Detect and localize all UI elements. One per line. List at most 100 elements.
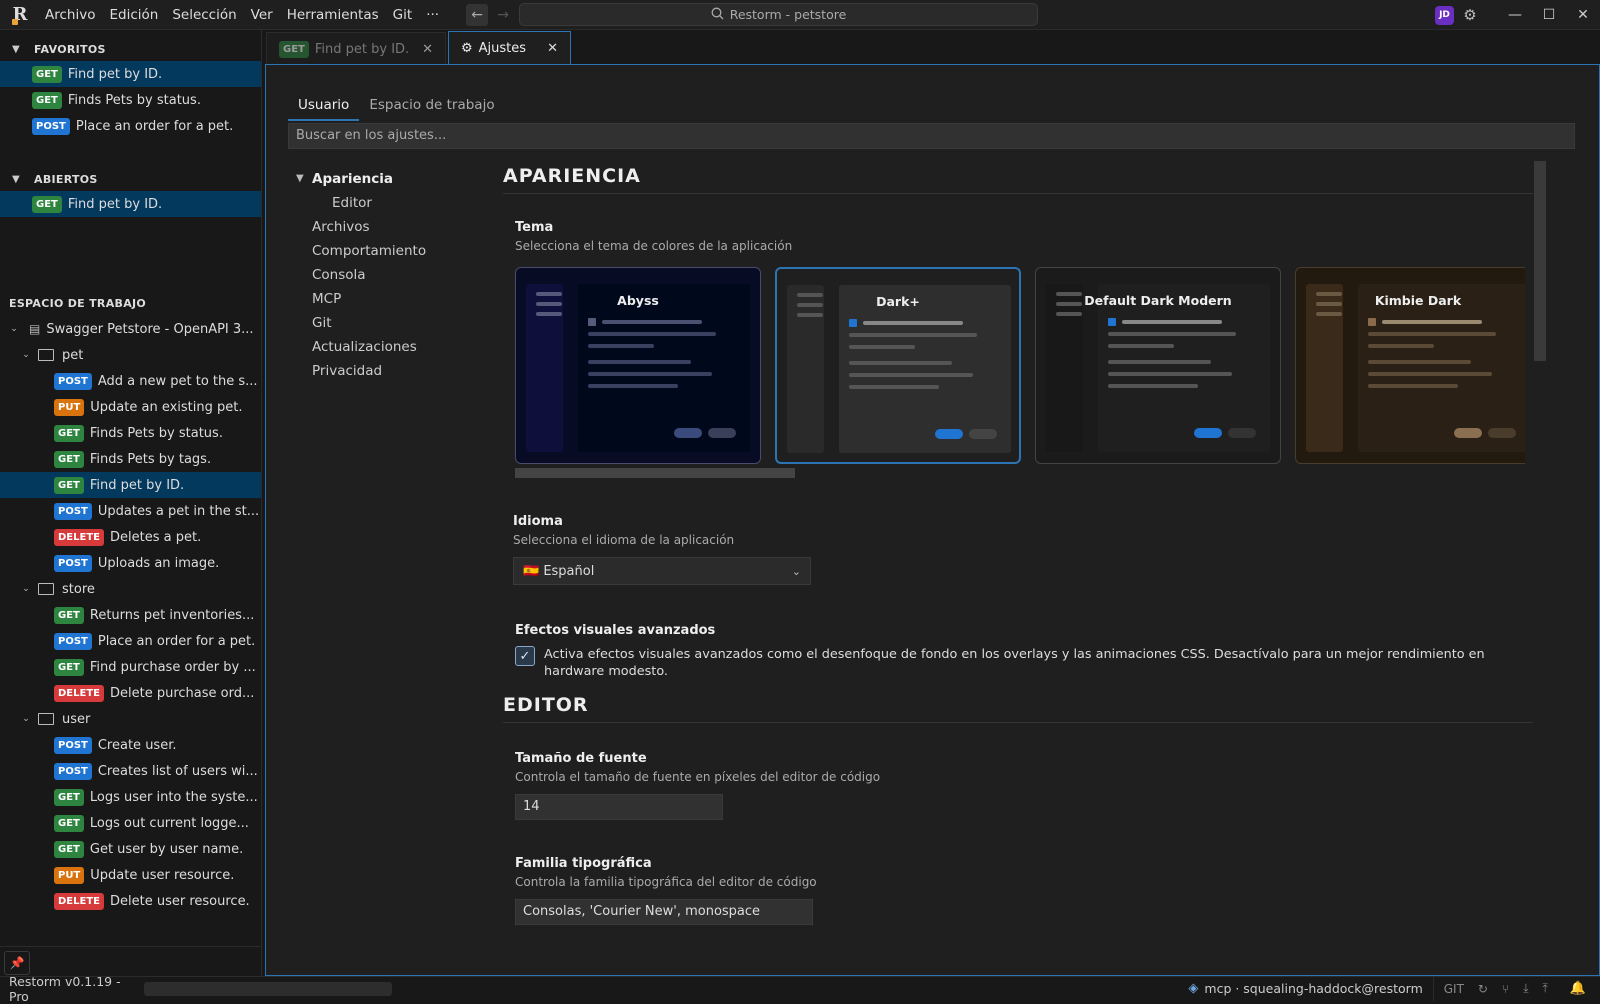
nav-comportamiento[interactable]: Comportamiento [296,239,486,263]
endpoint-item[interactable]: PUT Update user resource. [0,862,261,888]
favorites-header[interactable]: ▼ FAVORITOS [0,39,261,59]
nav-actualizaciones[interactable]: Actualizaciones [296,335,486,359]
setting-label: Tema [515,220,554,235]
endpoint-item[interactable]: POST Updates a pet in the st... [0,498,261,524]
endpoint-item[interactable]: GET Returns pet inventories... [0,602,261,628]
menu-seleccion[interactable]: Selección [165,1,243,29]
endpoint-item[interactable]: POST Create user. [0,732,261,758]
open-header[interactable]: ▼ ABIERTOS [0,169,261,189]
font-family-input[interactable]: Consolas, 'Courier New', monospace [515,899,813,925]
chevron-down-icon: ⌄ [22,350,30,360]
forward-arrow-icon[interactable]: → [492,4,514,26]
settings-gear-icon[interactable]: ⚙ [1460,5,1480,25]
endpoint-item[interactable]: GET Logs out current logge... [0,810,261,836]
menu-herramientas[interactable]: Herramientas [280,1,386,29]
command-search-text: Restorm - petstore [729,7,847,22]
pull-icon[interactable]: ⤓ [1523,981,1528,996]
nav-privacidad[interactable]: Privacidad [296,359,486,383]
nav-mcp[interactable]: MCP [296,287,486,311]
settings-panel: Usuario Espacio de trabajo Buscar en los… [265,64,1600,976]
theme-card-default-dark-modern[interactable]: Default Dark Modern [1035,267,1281,464]
menu-git[interactable]: Git [386,1,420,29]
setting-font-family: Familia tipográfica Controla la familia … [503,856,1543,925]
maximize-icon[interactable]: ☐ [1532,7,1566,23]
nav-git[interactable]: Git [296,311,486,335]
endpoint-item[interactable]: POST Add a new pet to the s... [0,368,261,394]
command-search[interactable]: Restorm - petstore [519,3,1038,26]
folder-pet[interactable]: ⌄ pet [0,342,261,368]
endpoint-item[interactable]: POST Creates list of users wi... [0,758,261,784]
settings-scrollbar[interactable] [1534,161,1546,361]
close-icon[interactable]: ✕ [422,42,433,57]
folder-icon [38,349,54,361]
font-size-input[interactable]: 14 [515,794,723,820]
theme-card-dark-plus[interactable]: Dark+ [775,267,1021,464]
endpoint-item[interactable]: DELETE Delete user resource. [0,888,261,914]
menu-archivo[interactable]: Archivo [38,1,102,29]
endpoint-item[interactable]: GET Finds Pets by status. [0,420,261,446]
gear-icon: ⚙ [461,41,473,56]
endpoint-item[interactable]: GET Logs user into the syste... [0,784,261,810]
branch-icon[interactable]: ⑂ [1502,982,1509,996]
chevron-down-icon: ⌄ [791,564,801,578]
bell-icon[interactable]: 🔔 [1558,981,1600,996]
mcp-status[interactable]: ◈ mcp · squealing-haddock@restorm [1188,976,1434,1001]
settings-search-input[interactable]: Buscar en los ajustes... [288,123,1575,149]
method-badge: GET [32,91,62,109]
favorite-item[interactable]: GET Find pet by ID. [0,61,261,87]
git-status: GIT ↻ ⑂ ⤓ ⤒ [1434,981,1558,996]
effects-checkbox[interactable]: ✓ [515,646,535,666]
item-label: Update user resource. [90,867,235,883]
nav-apariencia[interactable]: ▼ Apariencia [296,167,486,191]
item-label: Finds Pets by status. [89,425,223,441]
endpoint-item[interactable]: POST Place an order for a pet. [0,628,261,654]
menu-more[interactable]: ··· [419,1,446,29]
tab-settings[interactable]: ⚙ Ajustes ✕ [448,31,571,65]
endpoint-item[interactable]: GET Find pet by ID. [0,472,261,498]
endpoint-item[interactable]: GET Get user by user name. [0,836,261,862]
push-icon[interactable]: ⤒ [1543,981,1548,996]
theme-card-abyss[interactable]: Abyss [515,267,761,464]
endpoint-item[interactable]: GET Find purchase order by ... [0,654,261,680]
close-window-icon[interactable]: ✕ [1566,7,1600,23]
favorite-item[interactable]: POST Place an order for a pet. [0,113,261,139]
pin-icon[interactable]: 📌 [4,951,30,975]
open-item[interactable]: GET Find pet by ID. [0,191,261,217]
tab-espacio-trabajo[interactable]: Espacio de trabajo [359,93,504,121]
section-title-editor: EDITOR [503,694,1533,723]
workspace-header[interactable]: ESPACIO DE TRABAJO [0,293,261,313]
editor-tabs: GET Find pet by ID. ✕ ⚙ Ajustes ✕ [263,30,1600,65]
user-avatar[interactable]: JD [1435,5,1454,25]
settings-nav: ▼ Apariencia Editor Archivos Comportamien… [296,167,486,383]
sidebar-footer: 📌 [0,946,262,976]
theme-gallery-scrollbar[interactable] [515,468,795,478]
close-icon[interactable]: ✕ [547,41,558,56]
setting-label: Idioma [513,514,563,529]
endpoint-item[interactable]: POST Uploads an image. [0,550,261,576]
nav-archivos[interactable]: Archivos [296,215,486,239]
folder-user[interactable]: ⌄ user [0,706,261,732]
back-arrow-icon[interactable]: ← [466,3,489,26]
language-select[interactable]: 🇪🇸 Español ⌄ [513,557,811,585]
workspace-root[interactable]: ⌄ ▤ Swagger Petstore - OpenAPI 3... [0,316,261,342]
endpoint-item[interactable]: GET Finds Pets by tags. [0,446,261,472]
tab-usuario[interactable]: Usuario [288,93,360,121]
refresh-icon[interactable]: ↻ [1478,982,1488,996]
tab-find-pet[interactable]: GET Find pet by ID. ✕ [266,32,446,65]
mcp-icon: ◈ [1188,981,1199,996]
menu-edicion[interactable]: Edición [102,1,165,29]
favorite-item[interactable]: GET Finds Pets by status. [0,87,261,113]
endpoint-item[interactable]: DELETE Delete purchase ord... [0,680,261,706]
endpoint-item[interactable]: DELETE Deletes a pet. [0,524,261,550]
nav-editor[interactable]: Editor [296,191,486,215]
endpoint-item[interactable]: PUT Update an existing pet. [0,394,261,420]
menu-ver[interactable]: Ver [244,1,280,29]
chevron-down-icon: ⌄ [10,324,18,334]
chevron-down-icon: ⌄ [22,714,30,724]
nav-consola[interactable]: Consola [296,263,486,287]
theme-card-kimbie-dark[interactable]: Kimbie Dark [1295,267,1525,464]
method-badge: POST [54,502,92,520]
folder-store[interactable]: ⌄ store [0,576,261,602]
minimize-icon[interactable]: — [1498,7,1532,23]
item-label: Find purchase order by ... [89,659,256,675]
